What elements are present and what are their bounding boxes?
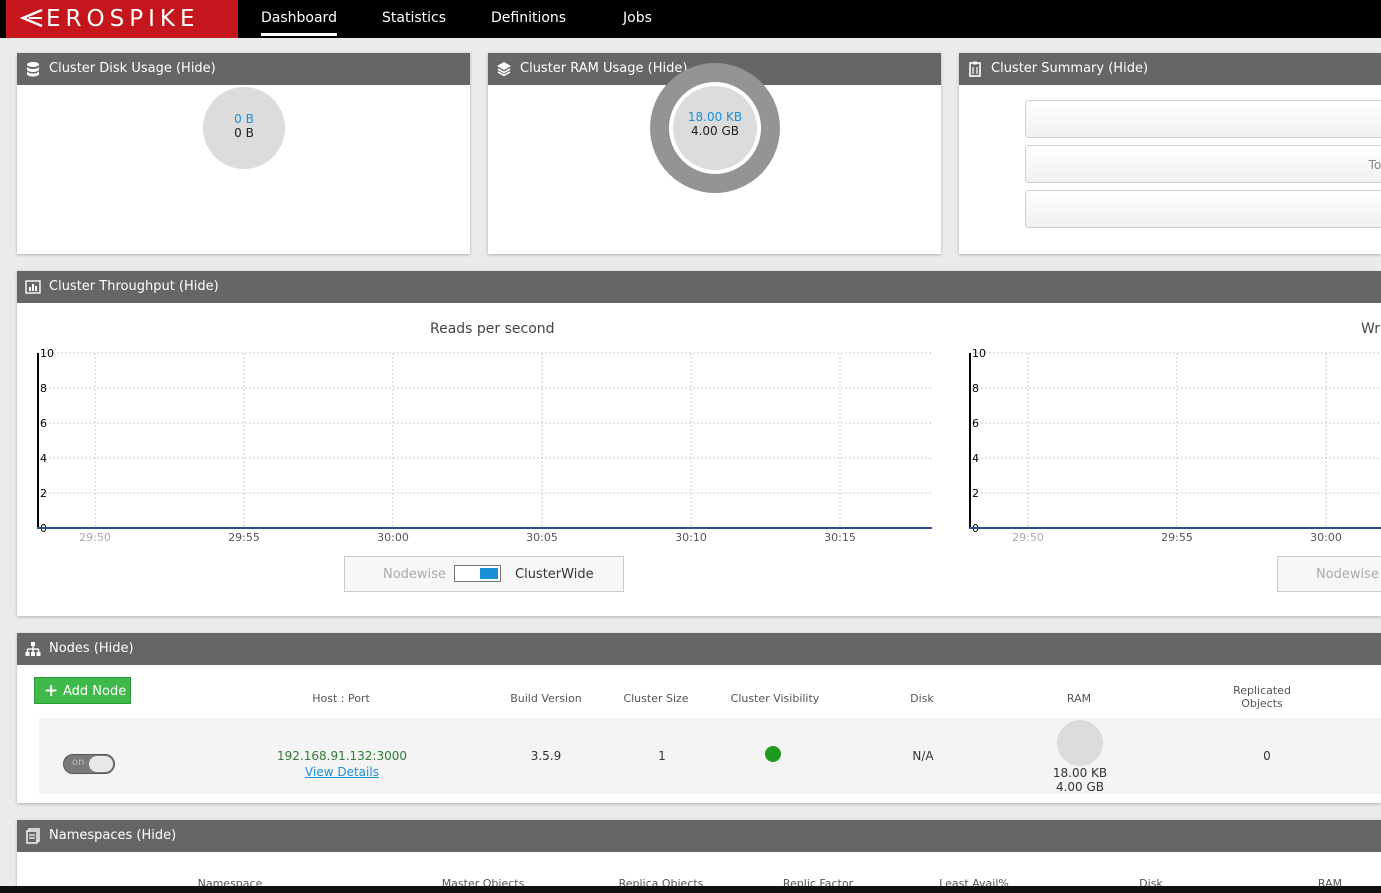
document-list-icon xyxy=(26,828,40,844)
nodewise-label: Nodewise xyxy=(383,567,446,582)
col-host-port[interactable]: Host : Port xyxy=(291,692,391,705)
y-tick-label: 8 xyxy=(972,382,979,395)
clipboard-icon xyxy=(969,61,981,77)
y-tick-label: 6 xyxy=(40,417,47,430)
namespaces-panel: Namespaces (Hide) Namespace Master Objec… xyxy=(17,820,1381,893)
summary-row: Tot xyxy=(1025,145,1381,183)
sitemap-icon xyxy=(25,642,41,656)
col-replicated-objects[interactable]: Replicated Objects xyxy=(1212,684,1312,710)
cluster-summary-title: Cluster Summary (Hide) xyxy=(991,61,1149,76)
summary-row xyxy=(1025,190,1381,228)
disk-total-value: 0 B xyxy=(234,126,254,140)
col-disk[interactable]: Disk xyxy=(882,692,962,705)
nav-dashboard[interactable]: Dashboard xyxy=(261,0,337,38)
cluster-summary-header[interactable]: Cluster Summary (Hide) xyxy=(959,53,1381,85)
y-tick-label: 4 xyxy=(972,452,979,465)
bottom-edge xyxy=(0,886,1381,893)
nav-statistics[interactable]: Statistics xyxy=(382,0,446,38)
throughput-panel: Cluster Throughput (Hide) Reads per seco… xyxy=(17,271,1381,616)
view-switch[interactable] xyxy=(454,565,501,582)
ram-used-value: 18.00 KB xyxy=(687,110,743,124)
x-tick-label: 29:50 xyxy=(79,531,111,544)
view-details-link[interactable]: View Details xyxy=(292,765,392,779)
y-tick-label: 8 xyxy=(40,382,47,395)
clusterwide-label: ClusterWide xyxy=(515,567,594,582)
nodes-header[interactable]: Nodes (Hide) xyxy=(17,633,1381,665)
disk-usage-title: Cluster Disk Usage (Hide) xyxy=(49,61,216,76)
y-tick-label: 10 xyxy=(972,347,986,360)
database-icon xyxy=(27,62,39,77)
x-tick-label: 29:55 xyxy=(1161,531,1193,544)
reads-view-toggle[interactable]: Nodewise ClusterWide xyxy=(344,556,624,592)
writes-view-toggle[interactable]: Nodewise xyxy=(1277,556,1381,592)
disk-usage-header[interactable]: Cluster Disk Usage (Hide) xyxy=(17,53,470,85)
x-tick-label: 30:15 xyxy=(824,531,856,544)
x-tick-label: 29:50 xyxy=(1012,531,1044,544)
col-ram[interactable]: RAM xyxy=(1039,692,1119,705)
nodes-panel: Nodes (Hide) + Add Node Host : Port Buil… xyxy=(17,633,1381,803)
logo-text: EROSPIKE xyxy=(46,6,200,32)
ram-total-value: 4.00 GB xyxy=(690,124,740,138)
plus-icon: + xyxy=(44,681,59,701)
namespaces-header[interactable]: Namespaces (Hide) xyxy=(17,820,1381,852)
y-tick-label: 2 xyxy=(40,487,47,500)
throughput-title: Cluster Throughput (Hide) xyxy=(49,279,219,294)
bar-chart-icon xyxy=(25,280,41,294)
y-tick-label: 2 xyxy=(972,487,979,500)
x-tick-label: 30:00 xyxy=(377,531,409,544)
node-ram-used: 18.00 KB xyxy=(1052,766,1108,780)
y-tick-label: 6 xyxy=(972,417,979,430)
disk-usage-panel: Cluster Disk Usage (Hide) 0 B 0 B xyxy=(17,53,470,254)
node-disk: N/A xyxy=(912,749,934,763)
ram-usage-panel: Cluster RAM Usage (Hide) 18.00 KB 4.00 G… xyxy=(488,53,941,254)
y-tick-label: 4 xyxy=(40,452,47,465)
nodes-title: Nodes (Hide) xyxy=(49,641,134,656)
cluster-summary-panel: Cluster Summary (Hide) Tot xyxy=(959,53,1381,254)
node-host-port: 192.168.91.132:3000 xyxy=(277,749,408,763)
add-node-button[interactable]: + Add Node xyxy=(34,677,131,704)
col-cluster-size[interactable]: Cluster Size xyxy=(606,692,706,705)
ram-usage-donut: 18.00 KB 4.00 GB xyxy=(650,63,780,193)
logo-a-icon xyxy=(20,8,43,28)
y-tick-label: 10 xyxy=(40,347,54,360)
throughput-charts: 108642029:50 29:55 30:00 30:05 30:10 30:15108… xyxy=(37,347,1381,544)
node-ram-donut xyxy=(1057,720,1103,766)
node-cluster-size: 1 xyxy=(658,749,666,763)
x-tick-label: 30:10 xyxy=(675,531,707,544)
throughput-header[interactable]: Cluster Throughput (Hide) xyxy=(17,271,1381,303)
nav-jobs[interactable]: Jobs xyxy=(623,0,652,38)
col-cluster-visibility[interactable]: Cluster Visibility xyxy=(715,692,835,705)
nodewise-label: Nodewise xyxy=(1316,567,1379,582)
node-build-version: 3.5.9 xyxy=(530,749,562,763)
x-tick-label: 30:00 xyxy=(1310,531,1342,544)
disk-used-value: 0 B xyxy=(234,112,254,126)
top-nav-bar: EROSPIKE Dashboard Statistics Definition… xyxy=(0,0,1381,38)
node-on-toggle[interactable]: on xyxy=(63,754,115,774)
table-row: on 192.168.91.132:3000 View Details 3.5.… xyxy=(39,718,1381,794)
summary-row xyxy=(1025,100,1381,138)
layers-icon xyxy=(497,62,511,77)
col-build-version[interactable]: Build Version xyxy=(496,692,596,705)
node-ram-total: 4.00 GB xyxy=(1055,780,1105,794)
ram-usage-title: Cluster RAM Usage (Hide) xyxy=(520,61,688,76)
nav-definitions[interactable]: Definitions xyxy=(491,0,566,38)
node-replicated-objects: 0 xyxy=(1263,749,1271,763)
x-tick-label: 29:55 xyxy=(228,531,260,544)
disk-usage-donut: 0 B 0 B xyxy=(203,87,285,169)
namespaces-title: Namespaces (Hide) xyxy=(49,828,177,843)
aerospike-logo[interactable]: EROSPIKE xyxy=(6,0,238,38)
x-tick-label: 30:05 xyxy=(526,531,558,544)
visibility-status-dot xyxy=(765,746,781,762)
